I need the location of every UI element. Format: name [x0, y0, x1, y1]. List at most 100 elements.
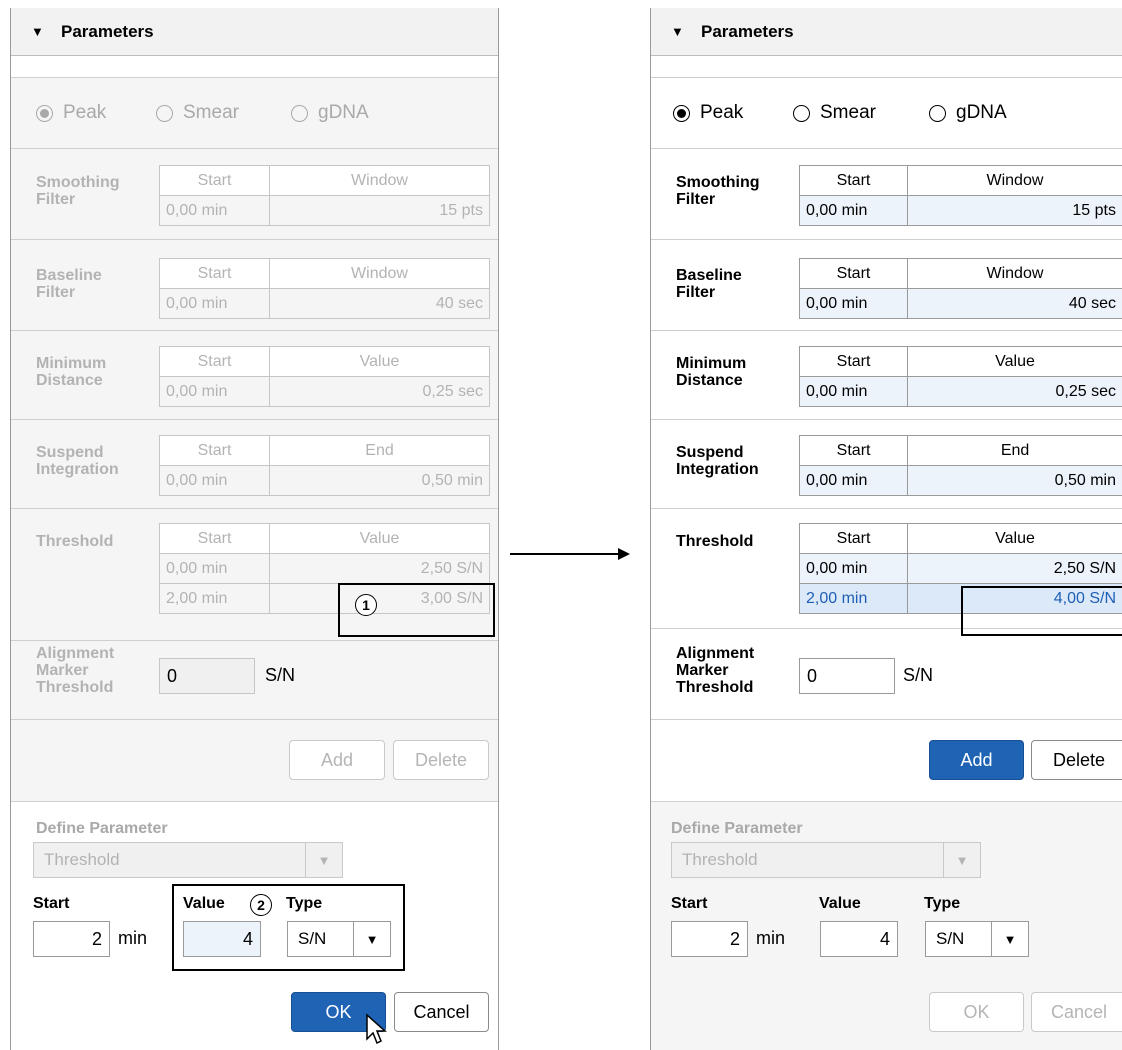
- table-cell[interactable]: 0,00 min: [798, 553, 909, 584]
- baseline-filter-label: Baseline Filter: [676, 267, 742, 301]
- suspend-integration-label: Suspend Integration: [36, 444, 119, 478]
- threshold-label: Threshold: [36, 533, 114, 550]
- col-header: Window: [269, 165, 490, 196]
- col-header: Value: [907, 523, 1122, 554]
- table-cell[interactable]: 15 pts: [269, 195, 490, 226]
- table-cell[interactable]: 0,00 min: [798, 376, 909, 407]
- minimum-distance-label: Minimum Distance: [676, 355, 747, 389]
- triangle-down-icon[interactable]: ▼: [31, 8, 44, 55]
- add-button[interactable]: Add: [289, 740, 385, 780]
- panel-header[interactable]: ▼ Parameters: [651, 8, 1122, 56]
- start-label: Start: [671, 895, 708, 912]
- table-cell[interactable]: 0,50 min: [907, 465, 1122, 496]
- table-cell[interactable]: 0,00 min: [159, 465, 270, 496]
- suspend-integration-table: Start End 0,00 min 0,50 min: [798, 435, 1122, 496]
- ok-button[interactable]: OK: [929, 992, 1024, 1032]
- radio-gdna[interactable]: gDNA: [929, 101, 1007, 125]
- smoothing-filter-table: Start Window 0,00 min 15 pts: [159, 165, 490, 226]
- radio-unchecked-icon: [793, 104, 810, 122]
- table-cell[interactable]: 2,00 min: [159, 583, 270, 614]
- parameters-panel-after: ▼ Parameters Peak Smear gDNA Smoothing Fi…: [650, 8, 1122, 1050]
- callout-box-2: [172, 884, 405, 971]
- alignment-unit: S/N: [903, 665, 934, 685]
- table-cell[interactable]: 0,00 min: [799, 288, 908, 319]
- table-cell[interactable]: 0,00 min: [159, 553, 270, 584]
- smoothing-filter-table: Start Window 0,00 min 15 pts: [799, 165, 1122, 226]
- table-cell[interactable]: 2,00 min: [798, 583, 909, 614]
- panel-title: Parameters: [61, 22, 154, 41]
- baseline-filter-table: Start Window 0,00 min 40 sec: [799, 258, 1122, 319]
- table-cell[interactable]: 0,25 sec: [907, 376, 1122, 407]
- table-cell[interactable]: 2,50 S/N: [269, 553, 490, 584]
- value-input[interactable]: 4: [820, 921, 898, 957]
- minimum-distance-table: Start Value 0,00 min 0,25 sec: [798, 346, 1122, 407]
- triangle-down-icon[interactable]: ▼: [671, 8, 684, 55]
- define-parameter-label: Define Parameter: [36, 820, 168, 837]
- radio-smear[interactable]: Smear: [156, 101, 239, 125]
- alignment-threshold-input[interactable]: 0: [159, 658, 255, 694]
- radio-checked-icon: [673, 104, 690, 122]
- start-input[interactable]: 2: [33, 921, 110, 957]
- table-cell[interactable]: 0,25 sec: [269, 376, 490, 407]
- table-cell[interactable]: 0,00 min: [799, 195, 908, 226]
- start-input[interactable]: 2: [671, 921, 748, 957]
- radio-peak[interactable]: Peak: [673, 101, 743, 125]
- col-header: Start: [798, 523, 909, 554]
- col-header: Start: [159, 258, 270, 289]
- panel-header[interactable]: ▼ Parameters: [11, 8, 498, 56]
- dropdown-arrow-icon: ▼: [943, 843, 980, 877]
- highlight-box: [961, 586, 1122, 636]
- col-header: Start: [159, 523, 270, 554]
- table-row: 0,00 min 2,50 S/N: [159, 553, 490, 584]
- col-header: End: [269, 435, 490, 466]
- parameters-panel-before: ▼ Parameters Peak Smear gDNA Smoothing Fi…: [10, 8, 499, 1050]
- table-cell[interactable]: 0,00 min: [798, 465, 909, 496]
- minimum-distance-label: Minimum Distance: [36, 355, 107, 389]
- col-header: Window: [906, 258, 1122, 289]
- table-cell[interactable]: 0,00 min: [159, 195, 270, 226]
- smoothing-filter-label: Smoothing Filter: [676, 174, 760, 208]
- col-header: Start: [159, 435, 270, 466]
- col-header: Start: [798, 435, 909, 466]
- table-cell[interactable]: 15 pts: [906, 195, 1122, 226]
- col-header: Value: [269, 346, 490, 377]
- type-select[interactable]: S/N ▼: [925, 921, 1029, 957]
- cancel-button[interactable]: Cancel: [1031, 992, 1122, 1032]
- transition-arrow-icon: [510, 548, 630, 560]
- radio-gdna[interactable]: gDNA: [291, 101, 369, 125]
- start-label: Start: [33, 895, 70, 912]
- col-header: Start: [159, 165, 270, 196]
- start-unit: min: [118, 928, 148, 948]
- parameter-select[interactable]: Threshold ▼: [33, 842, 343, 878]
- suspend-integration-label: Suspend Integration: [676, 444, 759, 478]
- col-header: Start: [799, 165, 908, 196]
- alignment-threshold-label: Alignment Marker Threshold: [676, 645, 755, 696]
- col-header: Window: [269, 258, 490, 289]
- add-button[interactable]: Add: [929, 740, 1024, 780]
- alignment-threshold-input[interactable]: 0: [799, 658, 895, 694]
- value-label: Value: [819, 895, 861, 912]
- table-cell[interactable]: 0,00 min: [159, 376, 270, 407]
- alignment-unit: S/N: [265, 665, 296, 685]
- mouse-pointer-icon: [366, 1013, 387, 1045]
- minimum-distance-table: Start Value 0,00 min 0,25 sec: [159, 346, 490, 407]
- dropdown-arrow-icon: ▼: [991, 922, 1028, 956]
- table-row: 0,00 min 2,50 S/N: [798, 553, 1122, 584]
- radio-unchecked-icon: [291, 104, 308, 122]
- radio-peak[interactable]: Peak: [36, 101, 106, 125]
- radio-unchecked-icon: [929, 104, 946, 122]
- table-cell[interactable]: 40 sec: [906, 288, 1122, 319]
- cancel-button[interactable]: Cancel: [394, 992, 489, 1032]
- dropdown-arrow-icon: ▼: [305, 843, 342, 877]
- table-cell[interactable]: 0,00 min: [159, 288, 270, 319]
- table-cell[interactable]: 40 sec: [269, 288, 490, 319]
- radio-unchecked-icon: [156, 104, 173, 122]
- col-header: Window: [906, 165, 1122, 196]
- delete-button[interactable]: Delete: [393, 740, 489, 780]
- parameter-select[interactable]: Threshold ▼: [671, 842, 981, 878]
- table-cell[interactable]: 2,50 S/N: [907, 553, 1122, 584]
- delete-button[interactable]: Delete: [1031, 740, 1122, 780]
- panel-title: Parameters: [701, 22, 794, 41]
- radio-smear[interactable]: Smear: [793, 101, 876, 125]
- table-cell[interactable]: 0,50 min: [269, 465, 490, 496]
